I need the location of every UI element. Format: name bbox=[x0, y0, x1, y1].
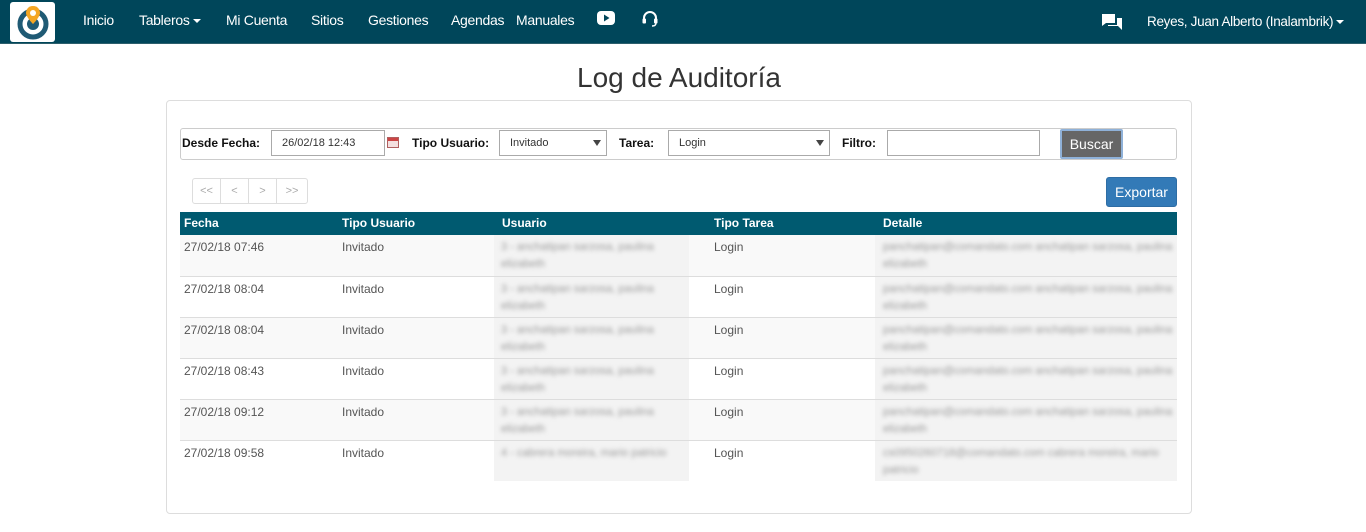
cell-tipo-tarea: Login bbox=[714, 405, 744, 419]
table-row: 27/02/18 08:04 Invitado 3 - anchatipan sar… bbox=[180, 276, 1177, 317]
filtro-input[interactable] bbox=[887, 130, 1040, 156]
nav-mi-cuenta[interactable]: Mi Cuenta bbox=[226, 12, 287, 28]
tarea-label: Tarea: bbox=[619, 136, 655, 150]
top-navbar: Inicio Tableros Mi Cuenta Sitios Gestion… bbox=[0, 0, 1366, 44]
tarea-value: Login bbox=[679, 137, 706, 149]
header-tipo-tarea[interactable]: Tipo Tarea bbox=[714, 216, 774, 230]
chevron-down-icon bbox=[816, 140, 824, 146]
nav-tableros[interactable]: Tableros bbox=[139, 12, 201, 28]
cell-usuario: 3 - anchatipan sarzosa, paulina elizabet… bbox=[501, 283, 654, 312]
cell-detalle: panchatipan@comandato.com anchatipan sar… bbox=[883, 241, 1173, 270]
cell-tipo-tarea: Login bbox=[714, 364, 744, 378]
cell-fecha: 27/02/18 08:04 bbox=[184, 282, 265, 296]
header-usuario[interactable]: Usuario bbox=[502, 216, 547, 230]
cell-detalle: panchatipan@comandato.com anchatipan sar… bbox=[883, 283, 1173, 312]
cell-detalle: panchatipan@comandato.com anchatipan sar… bbox=[883, 406, 1173, 435]
tipo-usuario-select[interactable]: Invitado bbox=[499, 130, 607, 156]
headset-icon[interactable] bbox=[641, 10, 659, 27]
cell-usuario: 3 - anchatipan sarzosa, paulina elizabet… bbox=[501, 406, 654, 435]
nav-agendas[interactable]: Agendas bbox=[451, 12, 504, 28]
table-row: 27/02/18 07:46 Invitado 3 - anchatipan sar… bbox=[180, 235, 1177, 276]
cell-detalle: panchatipan@comandato.com anchatipan sar… bbox=[883, 365, 1173, 394]
nav-tableros-label: Tableros bbox=[139, 12, 190, 28]
nav-inicio[interactable]: Inicio bbox=[83, 12, 114, 28]
table-header: Fecha Tipo Usuario Usuario Tipo Tarea De… bbox=[180, 212, 1177, 235]
exportar-button[interactable]: Exportar bbox=[1106, 177, 1177, 207]
cell-usuario: 3 - anchatipan sarzosa, paulina elizabet… bbox=[501, 365, 654, 394]
table-row: 27/02/18 09:12 Invitado 3 - anchatipan sar… bbox=[180, 399, 1177, 440]
prev-page-button[interactable]: < bbox=[221, 179, 249, 203]
chevron-down-icon bbox=[593, 140, 601, 146]
cell-detalle: cs0950260718@comandato.com cabrera morei… bbox=[883, 447, 1159, 476]
nav-manuales[interactable]: Manuales bbox=[516, 12, 575, 28]
header-tipo-usuario[interactable]: Tipo Usuario bbox=[342, 216, 415, 230]
cell-tipo-usuario: Invitado bbox=[342, 364, 385, 378]
youtube-icon[interactable] bbox=[597, 11, 615, 25]
cell-fecha: 27/02/18 09:12 bbox=[184, 405, 265, 419]
cell-fecha: 27/02/18 08:43 bbox=[184, 364, 265, 378]
buscar-button[interactable]: Buscar bbox=[1060, 129, 1123, 159]
logo[interactable] bbox=[10, 2, 55, 42]
tipo-usuario-value: Invitado bbox=[510, 137, 549, 149]
last-page-button[interactable]: >> bbox=[277, 179, 307, 203]
cell-fecha: 27/02/18 09:58 bbox=[184, 446, 265, 460]
header-detalle[interactable]: Detalle bbox=[883, 216, 922, 230]
table-row: 27/02/18 09:58 Invitado 4 - cabrera moreir… bbox=[180, 440, 1177, 481]
cell-usuario: 3 - anchatipan sarzosa, paulina elizabet… bbox=[501, 324, 654, 353]
header-fecha[interactable]: Fecha bbox=[184, 216, 219, 230]
cell-usuario: 3 - anchatipan sarzosa, paulina elizabet… bbox=[501, 241, 654, 270]
logo-icon bbox=[17, 6, 49, 40]
chevron-down-icon bbox=[192, 19, 201, 24]
table-row: 27/02/18 08:43 Invitado 3 - anchatipan sar… bbox=[180, 358, 1177, 399]
cell-fecha: 27/02/18 07:46 bbox=[184, 240, 265, 254]
cell-tipo-usuario: Invitado bbox=[342, 282, 385, 296]
tipo-usuario-label: Tipo Usuario: bbox=[412, 136, 490, 150]
cell-tipo-tarea: Login bbox=[714, 323, 744, 337]
nav-sitios[interactable]: Sitios bbox=[311, 12, 344, 28]
table-row: 27/02/18 08:04 Invitado 3 - anchatipan sar… bbox=[180, 317, 1177, 358]
cell-tipo-tarea: Login bbox=[714, 240, 744, 254]
cell-tipo-tarea: Login bbox=[714, 282, 744, 296]
table-body: 27/02/18 07:46 Invitado 3 - anchatipan sar… bbox=[180, 235, 1177, 481]
audit-log-table: Fecha Tipo Usuario Usuario Tipo Tarea De… bbox=[180, 212, 1177, 481]
cell-tipo-tarea: Login bbox=[714, 446, 744, 460]
chat-icon[interactable] bbox=[1101, 13, 1123, 33]
nav-gestiones[interactable]: Gestiones bbox=[368, 12, 429, 28]
cell-detalle: panchatipan@comandato.com anchatipan sar… bbox=[883, 324, 1173, 353]
user-name: Reyes, Juan Alberto (Inalambrik) bbox=[1147, 14, 1334, 29]
user-menu[interactable]: Reyes, Juan Alberto (Inalambrik) bbox=[1147, 14, 1345, 29]
first-page-button[interactable]: << bbox=[193, 179, 221, 203]
cell-tipo-usuario: Invitado bbox=[342, 446, 385, 460]
cell-usuario: 4 - cabrera moreira, mario patricio bbox=[501, 447, 667, 459]
chevron-down-icon bbox=[1336, 20, 1345, 25]
desde-fecha-input[interactable]: 26/02/18 12:43 bbox=[271, 130, 385, 156]
page-title: Log de Auditoría bbox=[577, 62, 781, 93]
calendar-icon[interactable] bbox=[387, 137, 399, 148]
cell-tipo-usuario: Invitado bbox=[342, 405, 385, 419]
filtro-label: Filtro: bbox=[842, 136, 876, 150]
next-page-button[interactable]: > bbox=[249, 179, 277, 203]
cell-fecha: 27/02/18 08:04 bbox=[184, 323, 265, 337]
pagination: << < > >> bbox=[192, 178, 308, 204]
cell-tipo-usuario: Invitado bbox=[342, 323, 385, 337]
desde-fecha-label: Desde Fecha: bbox=[182, 136, 261, 150]
cell-tipo-usuario: Invitado bbox=[342, 240, 385, 254]
tarea-select[interactable]: Login bbox=[668, 130, 830, 156]
